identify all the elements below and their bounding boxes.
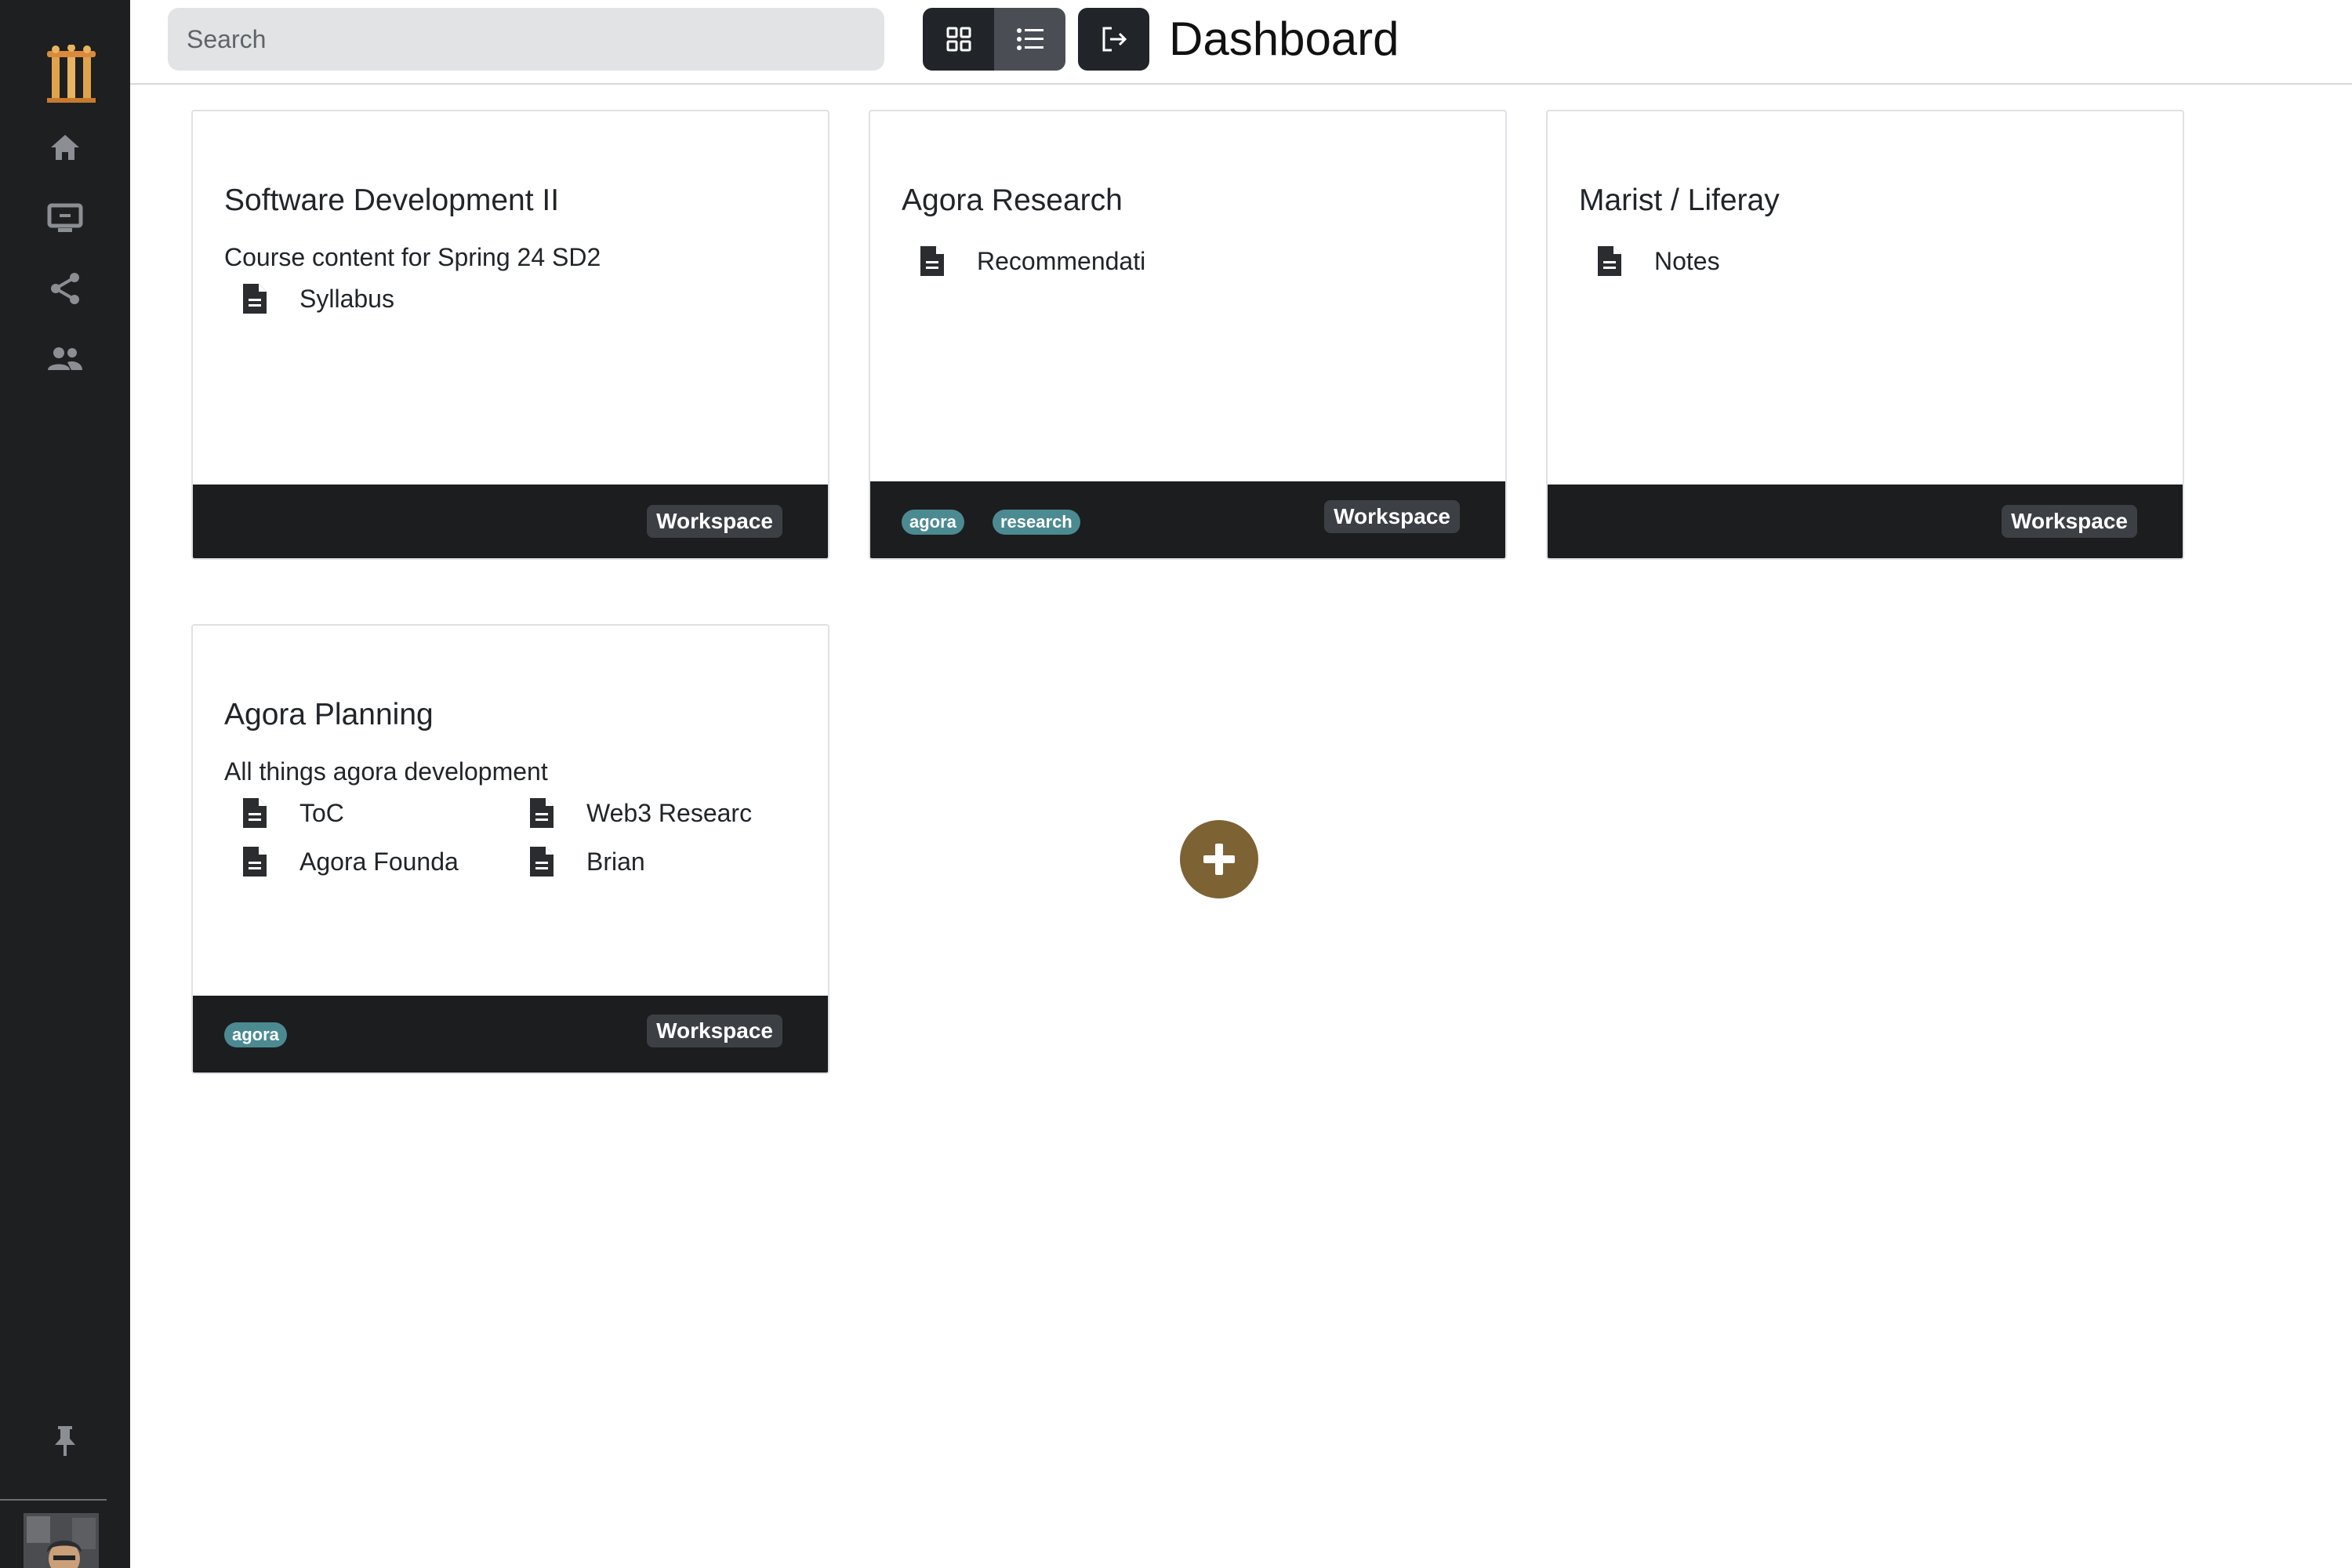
document-icon <box>530 847 554 877</box>
workspace-card[interactable]: Marist / Liferay Notes Workspace <box>1546 110 2184 560</box>
document-icon <box>243 798 267 828</box>
doc-label: ToC <box>299 798 344 827</box>
workspace-card[interactable]: Agora Research Recommendati agora resear… <box>869 110 1507 560</box>
grid-view-button[interactable] <box>923 8 994 71</box>
view-toggle-group <box>923 8 1065 71</box>
document-icon <box>530 798 554 828</box>
doc-item[interactable]: Recommendati <box>919 245 1145 278</box>
card-title: Agora Research <box>902 183 1123 217</box>
monitor-icon[interactable] <box>40 193 90 243</box>
workspace-badge: Workspace <box>647 1014 782 1047</box>
card-description: All things agora development <box>224 757 548 786</box>
doc-label: Agora Founda <box>299 847 459 876</box>
page-title: Dashboard <box>1169 13 1399 65</box>
pin-icon[interactable] <box>40 1416 90 1466</box>
list-icon <box>1016 28 1044 50</box>
sidebar-divider <box>0 1499 107 1501</box>
doc-label: Notes <box>1654 246 1720 275</box>
document-icon <box>243 284 267 314</box>
plus-icon <box>1203 844 1235 875</box>
workspace-badge: Workspace <box>1324 500 1460 533</box>
doc-label: Brian <box>586 847 645 876</box>
home-icon[interactable] <box>40 122 90 172</box>
share-icon[interactable] <box>40 263 90 314</box>
doc-item[interactable]: Agora Founda <box>241 845 459 878</box>
doc-item[interactable]: Web3 Researc <box>528 797 752 829</box>
card-footer: Workspace <box>1548 485 2183 558</box>
card-title: Marist / Liferay <box>1579 183 1780 217</box>
logout-icon <box>1102 27 1127 52</box>
people-icon[interactable] <box>40 334 90 384</box>
logo-icon[interactable] <box>39 42 103 107</box>
doc-item[interactable]: Notes <box>1596 245 1720 278</box>
workspace-badge: Workspace <box>2002 505 2137 538</box>
doc-label: Syllabus <box>299 284 394 313</box>
card-description: Course content for Spring 24 SD2 <box>224 243 601 271</box>
grid-icon <box>946 27 971 52</box>
doc-item[interactable]: ToC <box>241 797 344 829</box>
avatar[interactable] <box>24 1513 99 1568</box>
workspace-badge: Workspace <box>647 505 782 538</box>
document-icon <box>1598 246 1621 276</box>
card-title: Agora Planning <box>224 698 434 731</box>
card-footer: Workspace <box>193 485 828 558</box>
logout-button[interactable] <box>1078 8 1149 71</box>
tag-badge[interactable]: agora <box>224 1022 287 1047</box>
card-footer: agora research Workspace <box>870 481 1505 558</box>
doc-item[interactable]: Brian <box>528 845 645 878</box>
tag-badge[interactable]: agora <box>902 510 964 535</box>
card-footer: agora Workspace <box>193 996 828 1073</box>
document-icon <box>920 246 944 276</box>
workspace-card[interactable]: Software Development II Course content f… <box>191 110 829 560</box>
list-view-button[interactable] <box>994 8 1065 71</box>
search-input[interactable] <box>168 8 884 71</box>
doc-label: Recommendati <box>977 246 1146 275</box>
doc-item[interactable]: Syllabus <box>241 282 394 315</box>
topbar: Dashboard <box>130 0 2352 85</box>
card-title: Software Development II <box>224 183 560 217</box>
tag-badge[interactable]: research <box>993 510 1080 535</box>
add-workspace-button[interactable] <box>1180 820 1258 898</box>
workspace-card[interactable]: Agora Planning All things agora developm… <box>191 624 829 1074</box>
doc-label: Web3 Researc <box>586 798 753 827</box>
sidebar <box>0 0 130 1568</box>
document-icon <box>243 847 267 877</box>
